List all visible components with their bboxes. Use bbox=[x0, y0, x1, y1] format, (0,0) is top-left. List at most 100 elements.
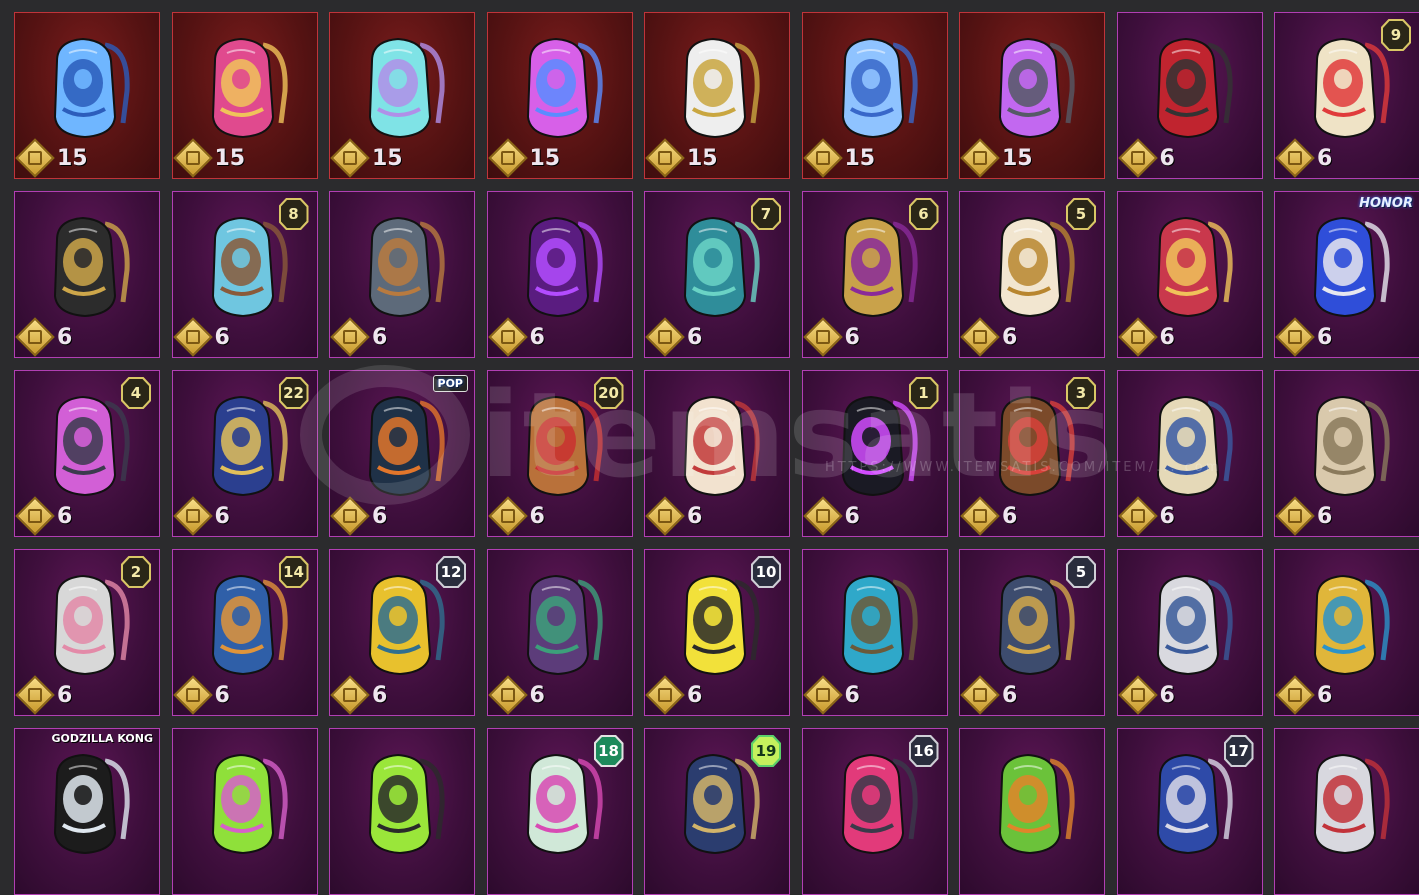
item-tile[interactable]: 68 bbox=[171, 191, 318, 358]
item-tile[interactable]: 6 POP bbox=[329, 370, 475, 537]
level-badge-number: 9 bbox=[1383, 21, 1409, 49]
item-tile[interactable]: 67 bbox=[644, 191, 790, 358]
octopus-backpack-icon bbox=[211, 216, 288, 318]
price: 6 bbox=[330, 496, 387, 536]
level-badge: 12 bbox=[436, 556, 466, 588]
toad-backpack-icon bbox=[53, 216, 130, 318]
item-tile[interactable]: 17 bbox=[1116, 728, 1263, 895]
premium-coin-icon bbox=[960, 675, 1000, 715]
price-value: 6 bbox=[1159, 682, 1175, 708]
price-value: 6 bbox=[1159, 145, 1175, 171]
price-value: 15 bbox=[214, 145, 246, 171]
price-value: 6 bbox=[214, 324, 230, 350]
teal-lace-backpack-icon bbox=[368, 37, 445, 139]
arcade-monster-backpack-icon bbox=[526, 574, 603, 676]
price-value: 6 bbox=[214, 503, 230, 529]
level-badge-number: 5 bbox=[1068, 558, 1094, 586]
price-value: 6 bbox=[529, 503, 545, 529]
premium-coin-icon bbox=[330, 138, 370, 178]
item-tile[interactable]: 16 bbox=[801, 728, 948, 895]
item-tile[interactable]: 15 bbox=[486, 12, 633, 179]
item-tile[interactable]: 6 bbox=[486, 549, 633, 716]
item-tile[interactable]: 6 10 bbox=[644, 549, 790, 716]
item-tile[interactable]: 6 bbox=[644, 370, 790, 537]
item-tile[interactable]: 15 bbox=[959, 12, 1105, 179]
price-value: 15 bbox=[844, 145, 876, 171]
item-tile[interactable]: 6 bbox=[1116, 12, 1263, 179]
neon-demon-backpack-icon bbox=[526, 37, 603, 139]
level-badge: 10 bbox=[751, 556, 781, 588]
item-tile[interactable]: 65 bbox=[959, 191, 1105, 358]
price-value: 6 bbox=[1317, 145, 1333, 171]
item-tile[interactable]: 6 bbox=[801, 549, 948, 716]
stars-stripes-backpack-icon bbox=[1156, 753, 1233, 855]
crimson-hourglass-backpack-icon bbox=[211, 37, 288, 139]
level-badge: 2 bbox=[121, 556, 151, 588]
item-tile[interactable]: 6 bbox=[1274, 549, 1419, 716]
level-badge-number: 18 bbox=[595, 737, 622, 765]
golden-vase-backpack-icon bbox=[1156, 395, 1233, 497]
price-value: 6 bbox=[372, 324, 388, 350]
price: 15 bbox=[487, 138, 560, 178]
golden-tiara-backpack-icon bbox=[1313, 574, 1390, 676]
item-tile[interactable]: 63 bbox=[959, 370, 1105, 537]
premium-coin-icon bbox=[15, 317, 55, 357]
price-value: 6 bbox=[372, 682, 388, 708]
item-tile[interactable]: 61 bbox=[801, 370, 948, 537]
deer-owl-backpack-icon bbox=[683, 753, 760, 855]
price-value: 15 bbox=[1002, 145, 1033, 171]
level-badge: 6 bbox=[908, 198, 939, 230]
item-tile[interactable]: 15 bbox=[14, 12, 160, 179]
price: 6 bbox=[1117, 138, 1175, 178]
item-tile[interactable]: 65 bbox=[959, 549, 1105, 716]
item-tile[interactable]: 6 bbox=[14, 191, 160, 358]
weather-screen-backpack-icon bbox=[683, 574, 760, 676]
price: 6 bbox=[1275, 317, 1332, 357]
price: 6 bbox=[330, 675, 388, 715]
item-tile[interactable]: 19 bbox=[644, 728, 790, 895]
item-tile[interactable]: 6 bbox=[1116, 549, 1263, 716]
item-tile[interactable]: 15 bbox=[644, 12, 790, 179]
item-tile[interactable]: 6 14 bbox=[171, 549, 318, 716]
level-badge-number: 12 bbox=[438, 558, 464, 586]
clockwork-backpack-icon bbox=[998, 574, 1075, 676]
item-tile[interactable]: 62 bbox=[14, 549, 160, 716]
price-value: 6 bbox=[57, 324, 73, 350]
price-value: 6 bbox=[687, 503, 703, 529]
premium-coin-icon bbox=[1117, 317, 1158, 357]
item-tile[interactable]: 6 12 bbox=[329, 549, 475, 716]
item-tile[interactable]: 15 bbox=[329, 12, 475, 179]
honor-globe-backpack-icon bbox=[1313, 216, 1390, 318]
item-tile[interactable]: 6 bbox=[1116, 370, 1263, 537]
item-tile[interactable]: 6 22 bbox=[171, 370, 318, 537]
level-badge: 8 bbox=[278, 198, 309, 230]
price: 6 bbox=[487, 496, 545, 536]
price-value: 6 bbox=[1002, 682, 1018, 708]
premium-coin-icon bbox=[1117, 138, 1158, 178]
item-tile[interactable]: 6 bbox=[486, 191, 633, 358]
crystal-globe-backpack-icon bbox=[841, 37, 918, 139]
price-value: 15 bbox=[687, 145, 718, 171]
item-tile[interactable]: GODZILLA KONG bbox=[14, 728, 160, 895]
item-tile[interactable]: 18 bbox=[486, 728, 633, 895]
item-tile[interactable]: 6 20 bbox=[486, 370, 633, 537]
item-tile[interactable] bbox=[171, 728, 318, 895]
item-tile[interactable]: 69 bbox=[1274, 12, 1419, 179]
item-tile[interactable]: 6 bbox=[1116, 191, 1263, 358]
item-tile[interactable] bbox=[959, 728, 1105, 895]
item-tile[interactable]: 6 bbox=[1274, 370, 1419, 537]
shovel-backpack-icon bbox=[368, 216, 445, 318]
item-tile[interactable]: 15 bbox=[171, 12, 318, 179]
item-tile[interactable]: 6 HONOR bbox=[1274, 191, 1419, 358]
level-badge: 1 bbox=[908, 377, 939, 409]
item-tile[interactable] bbox=[329, 728, 475, 895]
item-tile[interactable]: 64 bbox=[14, 370, 160, 537]
item-tile[interactable]: 15 bbox=[801, 12, 948, 179]
item-tile[interactable] bbox=[1274, 728, 1419, 895]
price: 6 bbox=[802, 675, 860, 715]
premium-coin-icon bbox=[487, 317, 528, 357]
item-tile[interactable]: 66 bbox=[801, 191, 948, 358]
collab-tag: GODZILLA KONG bbox=[51, 732, 153, 745]
level-badge-number: 14 bbox=[280, 558, 307, 586]
item-tile[interactable]: 6 bbox=[329, 191, 475, 358]
